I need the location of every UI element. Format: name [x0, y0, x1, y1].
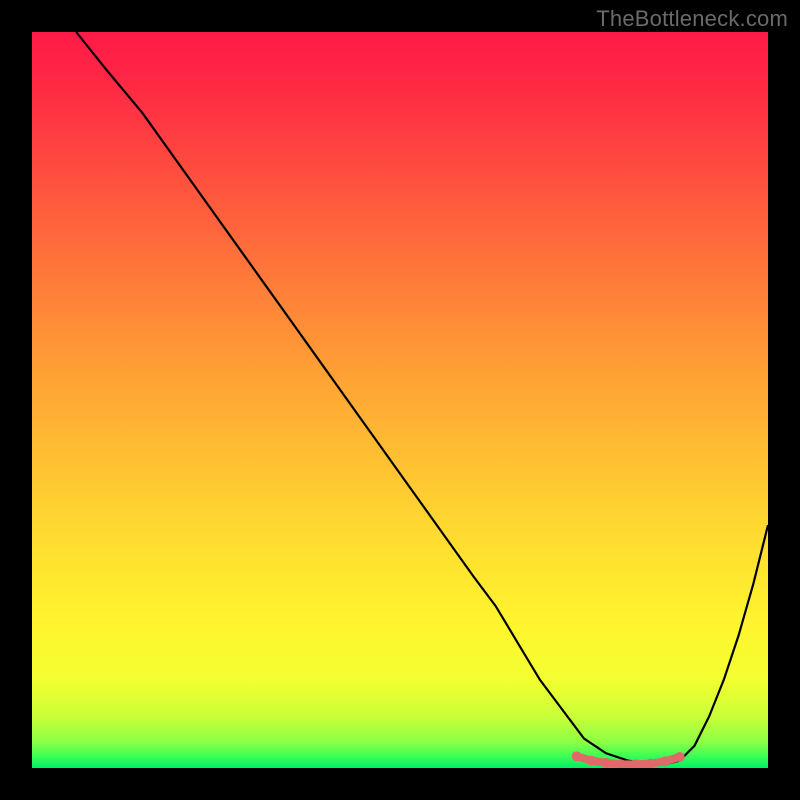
series-optimal-range-marker-dot — [572, 751, 582, 761]
watermark-text: TheBottleneck.com — [596, 6, 788, 32]
series-optimal-range-marker-dot — [660, 756, 670, 766]
chart-svg — [32, 32, 768, 768]
chart-frame: TheBottleneck.com — [0, 0, 800, 800]
series-optimal-range-marker-dot — [601, 758, 611, 768]
series-optimal-range-marker-dot — [586, 756, 596, 766]
series-bottleneck-curve — [76, 32, 768, 764]
plot-area — [32, 32, 768, 768]
series-optimal-range-marker-dot — [675, 752, 685, 762]
